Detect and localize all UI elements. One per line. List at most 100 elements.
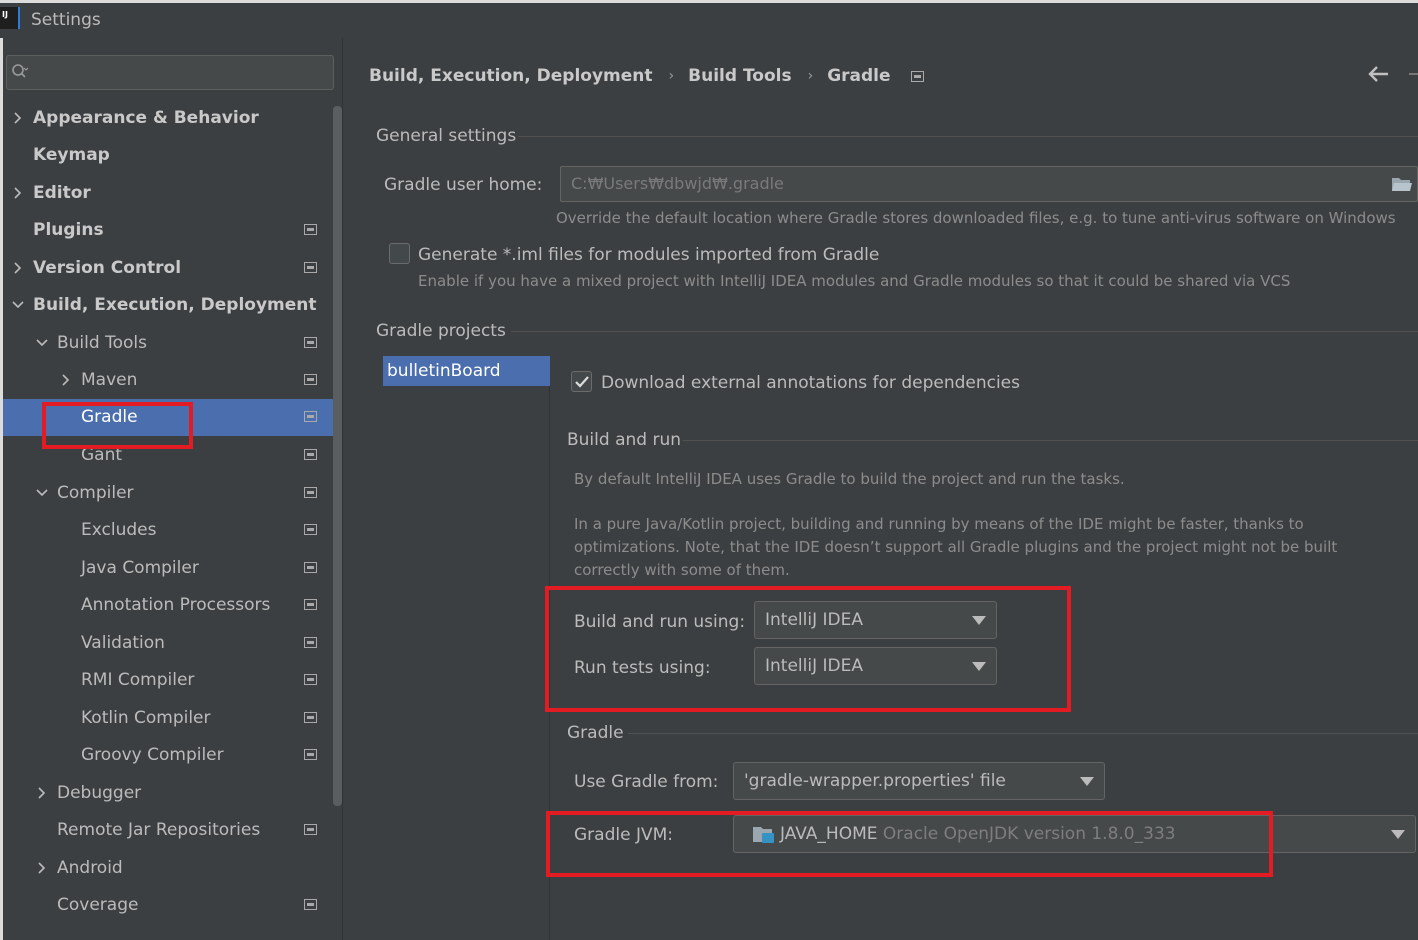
sidebar-item-validation[interactable]: Validation [3, 625, 343, 662]
run-tests-using-value: IntelliJ IDEA [765, 656, 863, 676]
use-gradle-from-value: 'gradle-wrapper.properties' file [744, 771, 1006, 791]
sidebar-item-version-control[interactable]: Version Control [3, 250, 343, 287]
sidebar-item-label: Maven [81, 370, 138, 390]
chevron-down-icon[interactable] [11, 298, 25, 312]
sidebar-item-excludes[interactable]: Excludes [3, 512, 343, 549]
sidebar-item-label: Remote Jar Repositories [57, 820, 261, 840]
project-level-icon [304, 337, 317, 348]
use-gradle-from-label: Use Gradle from: [574, 772, 719, 792]
build-run-using-dropdown[interactable]: IntelliJ IDEA [754, 601, 997, 639]
sidebar-scrollbar[interactable] [333, 106, 342, 806]
jdk-folder-icon [753, 827, 774, 843]
chevron-right-icon[interactable] [59, 373, 73, 387]
chevron-right-icon[interactable] [35, 786, 49, 800]
gradle-section-title: Gradle [567, 723, 624, 743]
sidebar-item-appearance-behavior[interactable]: Appearance & Behavior [3, 100, 343, 137]
sidebar-item-rmi-compiler[interactable]: RMI Compiler [3, 662, 343, 699]
project-level-icon [304, 524, 317, 535]
gradle-user-home-field[interactable] [560, 166, 1418, 202]
project-level-icon [304, 824, 317, 835]
sidebar-item-coverage[interactable]: Coverage [3, 887, 343, 924]
gradle-user-home-input[interactable] [571, 174, 1371, 193]
download-annotations-checkbox[interactable] [571, 371, 592, 392]
sidebar-item-label: Debugger [57, 783, 142, 803]
chevron-down-icon[interactable] [35, 486, 49, 500]
gradle-jvm-dropdown[interactable]: JAVA_HOME Oracle OpenJDK version 1.8.0_3… [733, 815, 1416, 853]
sidebar-item-debugger[interactable]: Debugger [3, 775, 343, 812]
build-run-description-2: In a pure Java/Kotlin project, building … [574, 515, 1338, 579]
sidebar-item-plugins[interactable]: Plugins [3, 212, 343, 249]
breadcrumb-item-build-tools[interactable]: Build Tools [688, 66, 791, 86]
sidebar-item-annotation-processors[interactable]: Annotation Processors [3, 587, 343, 624]
build-run-using-value: IntelliJ IDEA [765, 610, 863, 630]
gradle-projects-list: bulletinBoard [383, 356, 550, 940]
settings-content: Build, Execution, Deployment › Build Too… [343, 38, 1418, 940]
gradle-jvm-value: JAVA_HOME Oracle OpenJDK version 1.8.0_3… [780, 824, 1176, 844]
folder-icon[interactable] [1391, 176, 1413, 193]
chevron-down-icon[interactable] [35, 336, 49, 350]
sidebar-item-label: Annotation Processors [81, 595, 271, 615]
dropdown-arrow-icon [1080, 777, 1094, 786]
section-separator [511, 331, 1418, 332]
project-level-icon [304, 487, 317, 498]
build-run-using-label: Build and run using: [574, 612, 746, 632]
breadcrumb-item-gradle: Gradle [827, 66, 891, 86]
sidebar-item-label: Gant [81, 445, 123, 465]
use-gradle-from-dropdown[interactable]: 'gradle-wrapper.properties' file [733, 762, 1105, 800]
chevron-right-icon[interactable] [11, 111, 25, 125]
sidebar-item-groovy-compiler[interactable]: Groovy Compiler [3, 737, 343, 774]
gradle-jvm-name: JAVA_HOME [780, 824, 878, 844]
sidebar-item-build-tools[interactable]: Build Tools [3, 325, 343, 362]
sidebar-item-compiler[interactable]: Compiler [3, 475, 343, 512]
sidebar-item-maven[interactable]: Maven [3, 362, 343, 399]
sidebar-item-build-execution-deployment[interactable]: Build, Execution, Deployment [3, 287, 343, 324]
sidebar-item-keymap[interactable]: Keymap [3, 137, 343, 174]
breadcrumb-item-build-execution-deployment[interactable]: Build, Execution, Deployment [369, 66, 653, 86]
project-item-bulletinboard[interactable]: bulletinBoard [383, 356, 550, 386]
project-level-icon [304, 899, 317, 910]
general-settings-title: General settings [376, 126, 517, 146]
sidebar-item-label: Coverage [57, 895, 139, 915]
generate-iml-label[interactable]: Generate *.iml files for modules importe… [418, 245, 879, 265]
sidebar-item-label: Java Compiler [81, 558, 199, 578]
gradle-jvm-detail: Oracle OpenJDK version 1.8.0_333 [882, 824, 1176, 844]
sidebar-item-android[interactable]: Android [3, 850, 343, 887]
dropdown-arrow-icon [1391, 830, 1405, 839]
sidebar-item-label: Compiler [57, 483, 134, 503]
sidebar-item-kotlin-compiler[interactable]: Kotlin Compiler [3, 700, 343, 737]
project-level-icon [304, 712, 317, 723]
sidebar-item-label: Version Control [33, 258, 182, 278]
sidebar-item-editor[interactable]: Editor [3, 175, 343, 212]
chevron-right-icon[interactable] [35, 861, 49, 875]
gradle-projects-title: Gradle projects [376, 321, 506, 341]
sidebar-item-label: Groovy Compiler [81, 745, 224, 765]
chevron-right-icon[interactable] [11, 186, 25, 200]
gradle-jvm-label: Gradle JVM: [574, 825, 673, 845]
settings-search-box[interactable] [6, 55, 334, 90]
settings-sidebar: Appearance & Behavior Keymap Editor Plugins… [0, 38, 343, 940]
search-icon [12, 64, 29, 78]
section-separator [518, 136, 1418, 137]
title-bar: IJ Settings [0, 0, 1418, 38]
sidebar-item-label: Kotlin Compiler [81, 708, 211, 728]
sidebar-item-label: Android [57, 858, 123, 878]
sidebar-item-label: Appearance & Behavior [33, 108, 259, 128]
project-level-icon [304, 749, 317, 760]
chevron-right-icon[interactable] [11, 261, 25, 275]
sidebar-item-gant[interactable]: Gant [3, 437, 343, 474]
download-annotations-label[interactable]: Download external annotations for depend… [601, 373, 1020, 393]
breadcrumb: Build, Execution, Deployment › Build Too… [369, 64, 924, 88]
sidebar-item-remote-jar-repositories[interactable]: Remote Jar Repositories [3, 812, 343, 849]
generate-iml-hint: Enable if you have a mixed project with … [418, 272, 1291, 290]
sidebar-item-label: Validation [81, 633, 165, 653]
generate-iml-checkbox[interactable] [389, 243, 410, 264]
sidebar-item-gradle[interactable]: Gradle [3, 399, 343, 436]
sidebar-item-label: Build Tools [57, 333, 147, 353]
run-tests-using-dropdown[interactable]: IntelliJ IDEA [754, 647, 997, 685]
forward-arrow-icon[interactable] [1407, 66, 1418, 82]
intellij-logo-icon: IJ [0, 7, 20, 29]
back-arrow-icon[interactable] [1367, 64, 1391, 84]
search-input[interactable] [39, 62, 319, 84]
sidebar-item-java-compiler[interactable]: Java Compiler [3, 550, 343, 587]
dropdown-arrow-icon [972, 662, 986, 671]
